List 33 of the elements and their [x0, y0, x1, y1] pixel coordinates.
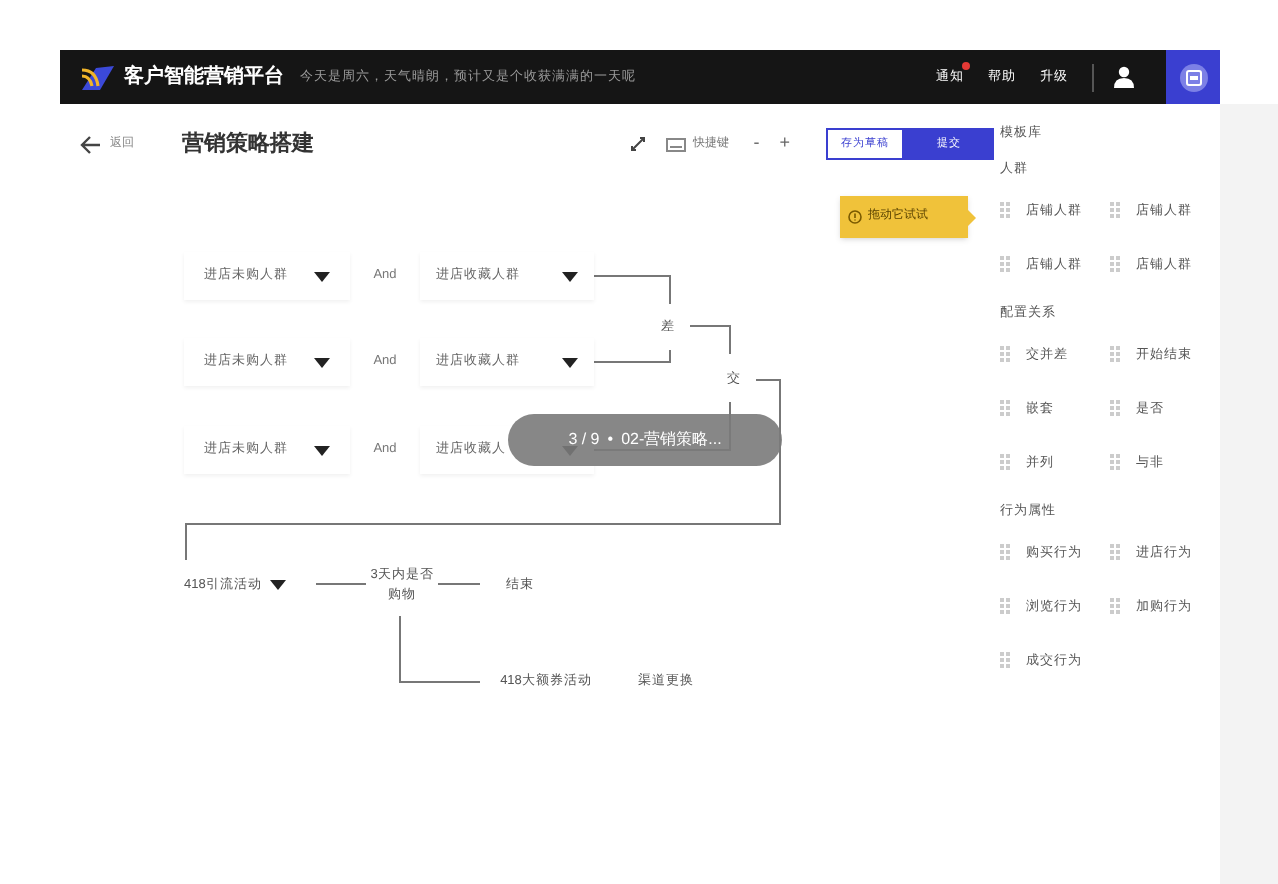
caret-icon	[562, 271, 578, 281]
drag-handle-icon[interactable]	[1000, 544, 1010, 562]
drag-handle-icon[interactable]	[1000, 454, 1010, 472]
drag-handle-icon[interactable]	[1000, 346, 1010, 364]
drag-handle-icon[interactable]	[1000, 256, 1010, 274]
drag-handle-icon[interactable]	[1000, 652, 1010, 670]
drag-handle-icon[interactable]	[1000, 202, 1010, 220]
drag-handle-icon[interactable]	[1110, 256, 1120, 274]
drag-handle-icon[interactable]	[1110, 202, 1120, 220]
back-arrow-icon[interactable]	[80, 135, 100, 153]
zoom-out-button[interactable]: -	[753, 130, 760, 158]
drag-handle-icon[interactable]	[1110, 346, 1120, 364]
caret-icon	[314, 445, 330, 455]
expand-icon[interactable]	[629, 136, 646, 152]
drag-handle-icon[interactable]	[1110, 400, 1120, 418]
drag-handle-icon[interactable]	[1000, 400, 1010, 418]
zoom-in-button[interactable]: +	[779, 130, 790, 158]
user-icon[interactable]	[1114, 66, 1134, 88]
drag-handle-icon[interactable]	[1110, 454, 1120, 472]
drag-handle-icon[interactable]	[1110, 544, 1120, 562]
drag-handle-icon[interactable]	[1000, 598, 1010, 616]
app-switch-button[interactable]	[1166, 50, 1220, 104]
caret-icon	[314, 271, 330, 281]
caret-icon	[314, 357, 330, 367]
caret-icon	[562, 357, 578, 367]
slide-counter-tooltip: 3 / 9 • 02-营销策略...	[508, 414, 782, 466]
drag-handle-icon[interactable]	[1110, 598, 1120, 616]
page-title: 营销策略搭建	[182, 129, 314, 160]
logo-icon	[80, 63, 116, 91]
keyboard-icon[interactable]	[665, 137, 686, 151]
caret-icon	[269, 580, 286, 590]
info-icon	[848, 210, 862, 224]
app-title: 客户智能营销平台	[124, 62, 284, 92]
